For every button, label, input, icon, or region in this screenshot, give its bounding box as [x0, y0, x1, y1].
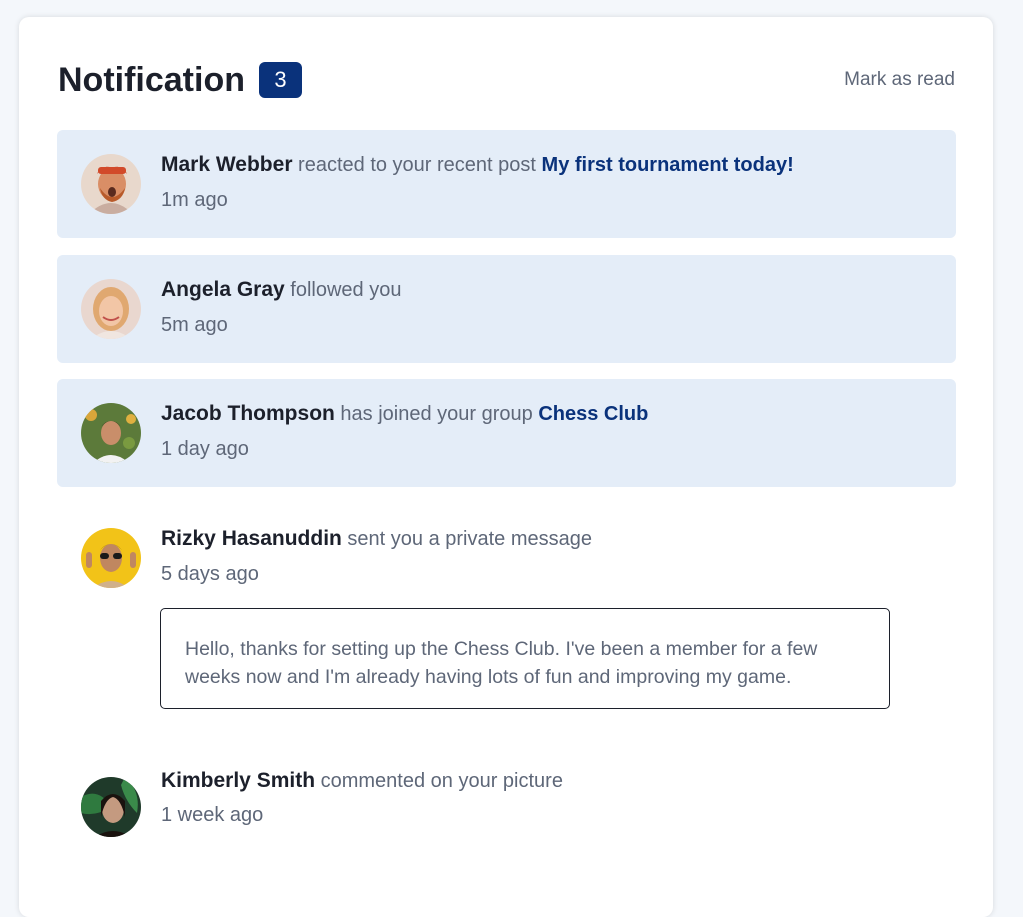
avatar[interactable] — [81, 528, 141, 588]
avatar[interactable] — [81, 154, 141, 214]
notification-action: reacted to your recent post — [292, 154, 542, 176]
notification-action: followed you — [284, 279, 402, 301]
page-title: Notification — [58, 61, 245, 99]
notification-time: 5m ago — [161, 314, 228, 336]
avatar[interactable] — [81, 403, 141, 463]
user-name-link[interactable]: Mark Webber — [161, 153, 293, 176]
user-name-link[interactable]: Jacob Thompson — [161, 402, 335, 425]
notification-item[interactable]: Mark Webber reacted to your recent post … — [57, 130, 956, 238]
avatar[interactable] — [81, 777, 141, 837]
notification-action: commented on your picture — [315, 770, 563, 792]
notification-text: Kimberly Smith commented on your picture — [161, 769, 563, 793]
avatar-image — [81, 403, 141, 463]
unread-count-badge: 3 — [259, 62, 302, 98]
notification-item[interactable]: Angela Gray followed you 5m ago — [57, 255, 956, 363]
avatar-image — [81, 154, 141, 214]
user-name-link[interactable]: Angela Gray — [161, 278, 285, 301]
notification-time: 1 week ago — [161, 804, 264, 826]
mark-as-read-button[interactable]: Mark as read — [844, 68, 955, 92]
notification-text: Jacob Thompson has joined your group Che… — [161, 402, 648, 426]
user-name-link[interactable]: Rizky Hasanuddin — [161, 527, 342, 550]
notification-panel: Notification 3 Mark as read Mark Webber … — [19, 17, 993, 917]
avatar-image — [81, 777, 141, 837]
post-link[interactable]: My first tournament today! — [542, 154, 794, 176]
notification-text: Rizky Hasanuddin sent you a private mess… — [161, 527, 592, 551]
notification-time: 1m ago — [161, 189, 228, 211]
avatar-image — [81, 528, 141, 588]
notification-time: 1 day ago — [161, 438, 249, 460]
notification-header: Notification 3 Mark as read — [58, 57, 955, 103]
notification-action: has joined your group — [334, 403, 539, 425]
notification-item[interactable]: Jacob Thompson has joined your group Che… — [57, 379, 956, 487]
avatar-image — [81, 279, 141, 339]
private-message-preview[interactable]: Hello, thanks for setting up the Chess C… — [160, 608, 890, 709]
notification-text: Angela Gray followed you — [161, 278, 401, 302]
notification-text: Mark Webber reacted to your recent post … — [161, 153, 794, 177]
user-name-link[interactable]: Kimberly Smith — [161, 769, 315, 792]
notification-action: sent you a private message — [341, 528, 593, 550]
avatar[interactable] — [81, 279, 141, 339]
group-link[interactable]: Chess Club — [538, 403, 648, 425]
notification-time: 5 days ago — [161, 563, 259, 585]
notification-item[interactable]: Kimberly Smith commented on your picture… — [57, 753, 956, 861]
